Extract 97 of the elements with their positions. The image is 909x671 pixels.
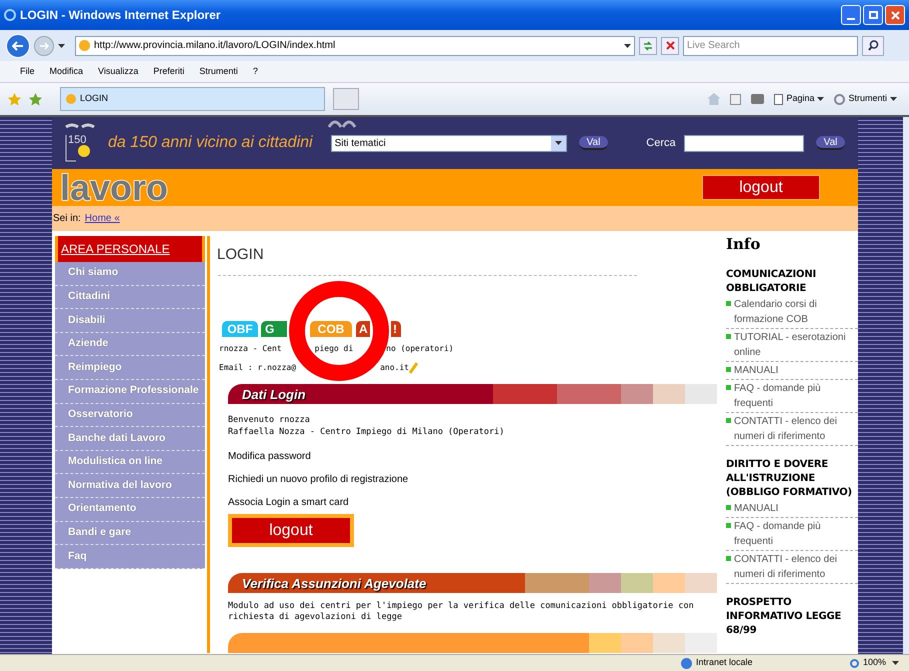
menu-item[interactable]: Modifica xyxy=(50,64,84,78)
logout-button[interactable]: logout xyxy=(228,514,354,547)
menu-item[interactable]: Preferiti xyxy=(153,64,184,78)
browser-icon xyxy=(4,9,16,21)
page-icon xyxy=(774,94,784,104)
back-button[interactable] xyxy=(6,34,30,58)
menu-item[interactable]: Strumenti xyxy=(199,64,238,78)
info-heading: DIRITTO E DOVERE ALL'ISTRUZIONE (OBBLIGO FORMATIVO) xyxy=(726,458,853,500)
caret-icon xyxy=(817,97,824,101)
restore-icon xyxy=(868,11,878,19)
service-tab[interactable]: A xyxy=(356,320,370,336)
caret-icon xyxy=(624,44,631,48)
forward-button[interactable] xyxy=(34,36,54,56)
account-link[interactable]: Richiedi un nuovo profilo di registrazione xyxy=(228,472,717,487)
page-icon xyxy=(79,40,90,51)
sidebar-header[interactable]: AREA PERSONALE xyxy=(55,236,205,262)
go-button[interactable]: Val xyxy=(578,136,608,150)
browser-tab[interactable]: LOGIN xyxy=(60,87,325,111)
bullet-icon xyxy=(726,556,731,560)
bullet-icon xyxy=(726,300,731,306)
scrollbar[interactable] xyxy=(903,117,909,654)
search-button[interactable] xyxy=(862,36,884,56)
bullet-icon xyxy=(726,418,731,422)
info-link[interactable]: CONTATTI - elenco dei numeri di riferimento xyxy=(734,552,858,582)
info-link[interactable]: MANUALI xyxy=(734,500,778,516)
bullet-icon xyxy=(726,366,731,372)
info-link[interactable]: FAQ - domande più frequenti xyxy=(734,380,858,410)
site-search-field[interactable] xyxy=(684,134,804,152)
bullet-icon xyxy=(726,384,731,390)
globe-icon xyxy=(680,658,692,668)
stop-icon xyxy=(666,41,674,50)
info-link[interactable]: Calendario corsi di formazione COB xyxy=(734,296,858,326)
menu-item[interactable]: ? xyxy=(252,64,258,78)
user-info-text: Raffaella Nozza - Centro Impiego di Milano (Operatori) xyxy=(228,426,506,439)
star-icon[interactable] xyxy=(29,92,42,106)
forward-arrow-icon xyxy=(39,42,49,50)
go-button[interactable]: Val xyxy=(816,136,846,150)
search-icon xyxy=(868,40,878,51)
section-title: lavoro xyxy=(60,170,168,206)
account-link[interactable]: Associa Login a smart card xyxy=(228,495,717,510)
back-arrow-icon xyxy=(12,40,24,50)
user-text: piego di xyxy=(314,344,354,354)
slogan: da 150 anni vicino ai cittadini xyxy=(108,133,313,153)
close-button[interactable] xyxy=(885,5,905,25)
bullet-icon xyxy=(726,334,731,338)
service-tab[interactable]: G xyxy=(261,320,287,336)
page-icon xyxy=(66,94,76,104)
search-label: Cerca xyxy=(646,136,676,151)
close-icon xyxy=(890,10,900,20)
logout-button[interactable]: logout xyxy=(702,175,820,200)
window-title: LOGIN - Windows Internet Explorer xyxy=(20,7,221,24)
info-title: Info xyxy=(726,234,762,255)
caret-icon xyxy=(554,141,562,145)
tab-fragment[interactable]: ! xyxy=(391,320,401,336)
section-heading: Verifica Assunzioni Agevolate xyxy=(242,575,426,593)
menu-item[interactable]: File xyxy=(20,64,35,78)
zoom-button[interactable]: 100% xyxy=(862,656,899,670)
site-select[interactable]: Siti tematici xyxy=(330,134,567,152)
url-text: http://www.provincia.milano.it/lavoro/LOGIN/index.html xyxy=(94,39,336,53)
bullet-icon xyxy=(726,504,731,510)
info-heading: COMUNICAZIONI OBBLIGATORIE xyxy=(726,268,818,296)
minimize-button[interactable] xyxy=(841,5,861,25)
section-heading: Dati Login xyxy=(242,386,306,404)
star-icon[interactable] xyxy=(8,92,21,106)
info-heading: PROSPETTO INFORMATIVO LEGGE 68/99 xyxy=(726,596,842,638)
command-button[interactable]: Pagina xyxy=(774,92,824,106)
description-text: Modulo ad uso dei centri per l'impiego per la verifica delle comunicazioni obbligatorie con richiesta di agevolazioni di legge xyxy=(228,601,695,623)
search-field[interactable]: Live Search xyxy=(683,36,858,56)
account-link[interactable]: Modifica password xyxy=(228,449,717,464)
info-link[interactable]: FAQ - domande più frequenti xyxy=(734,518,858,548)
email-text: ano.it xyxy=(380,362,409,372)
user-text: rnozza - Cent xyxy=(219,344,282,354)
welcome-text: Benvenuto rnozza xyxy=(228,414,311,426)
stop-button[interactable] xyxy=(661,36,679,54)
refresh-button[interactable] xyxy=(639,36,657,54)
email-text: Email : r.nozza@ xyxy=(219,362,296,372)
zoom-icon xyxy=(850,658,859,668)
info-link[interactable]: MANUALI xyxy=(734,362,778,378)
info-link[interactable]: CONTATTI - elenco dei numeri di riferimento xyxy=(734,414,858,444)
minimize-icon xyxy=(847,18,855,20)
home-link[interactable]: Home « xyxy=(84,211,120,226)
command-button[interactable]: Strumenti xyxy=(834,92,897,106)
caret-icon xyxy=(58,44,65,48)
logo-drawing: 150 xyxy=(62,121,98,165)
caret-icon xyxy=(892,661,899,665)
refresh-icon xyxy=(642,40,654,50)
breadcrumb-label: Sei in: xyxy=(53,212,81,226)
caret-icon xyxy=(890,97,897,101)
address-field[interactable]: http://www.provincia.milano.it/lavoro/LOGIN/index.html xyxy=(75,36,635,56)
bullet-icon xyxy=(726,522,731,528)
page-title: LOGIN xyxy=(217,245,265,265)
user-text: no (operatori) xyxy=(386,344,454,354)
zone-text: Intranet locale xyxy=(696,656,754,670)
maximize-button[interactable] xyxy=(863,5,883,25)
dropdown-button[interactable] xyxy=(550,136,566,150)
menu-item[interactable]: Visualizza xyxy=(98,64,138,78)
info-link[interactable]: TUTORIAL - eserotazioni online xyxy=(734,330,858,360)
